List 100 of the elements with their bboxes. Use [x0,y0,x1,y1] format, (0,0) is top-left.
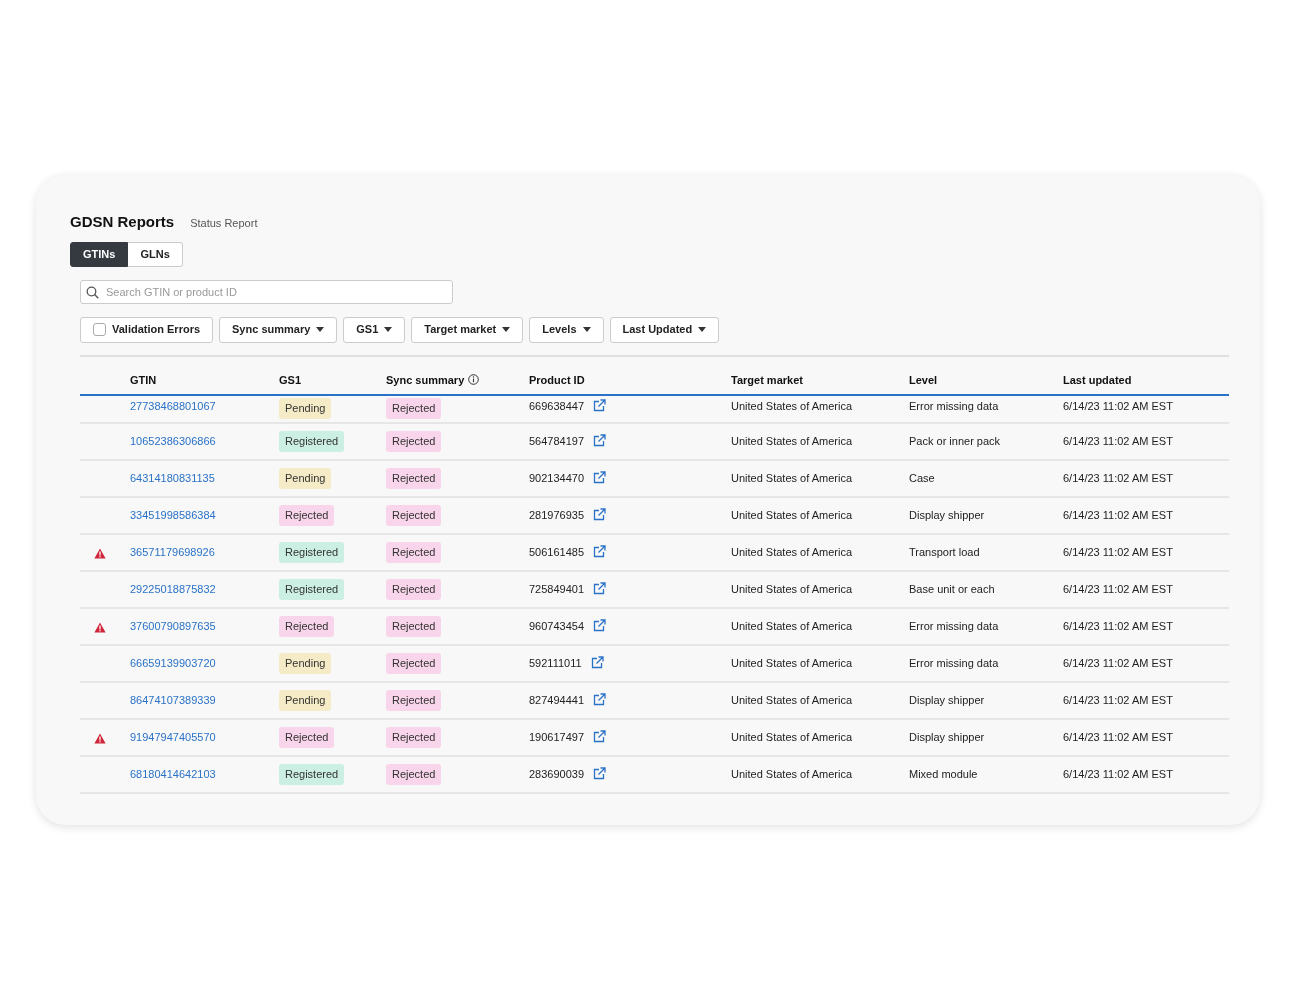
external-link-icon[interactable] [593,693,607,707]
external-link-icon[interactable] [593,508,607,522]
external-link-icon[interactable] [590,656,604,670]
product-id: 506161485 [529,546,585,559]
external-link-icon[interactable] [593,399,607,412]
search-field[interactable]: Search GTIN or product ID [80,279,453,304]
last-updated: 6/14/23 11:02 AM EST [1063,435,1173,448]
gs1-status-badge: Pending [279,690,332,711]
page-subtitle: Status Report [190,216,258,231]
gtin-link[interactable]: 37600790897635 [130,620,216,633]
sync-status-badge: Rejected [386,505,442,526]
checkbox[interactable] [93,323,106,336]
caret-icon [582,327,591,332]
external-link-icon[interactable] [593,582,607,596]
target-market: United States of America [731,509,853,522]
info-icon[interactable] [468,373,480,385]
external-link-icon[interactable] [593,471,607,485]
sync-status-badge: Rejected [386,431,442,452]
target-market: United States of America [731,657,853,670]
filter-button[interactable]: Target market [411,316,524,343]
filter-button[interactable]: GS1 [343,316,406,343]
external-link-icon[interactable] [593,730,607,744]
level: Case [909,472,935,485]
product-id: 281976935 [529,509,585,522]
filter-button[interactable]: Validation Errors [80,316,214,343]
gtin-link[interactable]: 36571179698926 [130,546,215,559]
gtin-link[interactable]: 27738468801067 [130,400,216,412]
tab[interactable]: GTINs [70,241,129,267]
gtin-link[interactable]: 29225018875832 [130,583,216,596]
sync-status-badge: Rejected [386,616,442,637]
gtin-link[interactable]: 66659139903720 [130,657,216,670]
last-updated: 6/14/23 11:02 AM EST [1063,620,1173,633]
external-link-icon[interactable] [593,767,607,781]
column-header: Sync summary [386,373,465,386]
last-updated: 6/14/23 11:02 AM EST [1063,694,1173,707]
level: Error missing data [909,400,999,412]
product-id: 669638447 [529,400,585,412]
level: Error missing data [909,657,999,670]
column-header: GTIN [130,373,157,386]
gtin-link[interactable]: 86474107389339 [130,694,216,707]
gs1-status-badge: Rejected [279,616,335,637]
page-title: GDSN Reports [70,212,175,232]
filter-button[interactable]: Levels [529,316,604,343]
gs1-status-badge: Registered [279,764,345,785]
level: Transport load [909,546,980,559]
filter-button[interactable]: Sync summary [219,316,338,343]
gtin-link[interactable]: 33451998586384 [130,509,216,522]
target-market: United States of America [731,583,853,596]
last-updated: 6/14/23 11:02 AM EST [1063,509,1173,522]
gs1-status-badge: Pending [279,653,332,674]
external-link-icon[interactable] [593,619,607,633]
product-id: 564784197 [529,435,585,448]
sync-status-badge: Rejected [386,727,442,748]
product-id: 827494441 [529,694,585,707]
gtin-link[interactable]: 10652386306866 [130,435,216,448]
caret-icon [502,327,511,332]
gtin-link[interactable]: 64314180831135 [130,472,215,485]
level: Display shipper [909,509,985,522]
caret-icon [698,327,707,332]
gs1-status-badge: Registered [279,542,345,563]
column-header: GS1 [279,373,301,386]
external-link-icon[interactable] [593,545,607,559]
sync-status-badge: Rejected [386,764,442,785]
level: Error missing data [909,620,999,633]
level: Display shipper [909,694,985,707]
last-updated: 6/14/23 11:02 AM EST [1063,657,1173,670]
product-id: 725849401 [529,583,585,596]
target-market: United States of America [731,620,853,633]
sync-status-badge: Rejected [386,542,442,563]
target-market: United States of America [731,694,853,707]
gtin-link[interactable]: 68180414642103 [130,768,216,781]
gs1-status-badge: Registered [279,579,345,600]
gs1-status-badge: Rejected [279,727,335,748]
sync-status-badge: Rejected [386,690,442,711]
gtin-link[interactable]: 91947947405570 [130,731,216,744]
gs1-status-badge: Pending [279,468,332,489]
product-id: 283690039 [529,768,585,781]
tab[interactable]: GLNs [128,241,183,267]
last-updated: 6/14/23 11:02 AM EST [1063,400,1173,412]
column-header: Target market [731,373,803,386]
column-header: Last updated [1063,373,1132,386]
gs1-status-badge: Pending [279,398,332,419]
caret-icon [384,327,393,332]
last-updated: 6/14/23 11:02 AM EST [1063,583,1173,596]
column-header: Level [909,373,938,386]
last-updated: 6/14/23 11:02 AM EST [1063,546,1173,559]
level: Mixed module [909,768,978,781]
target-market: United States of America [731,435,853,448]
caret-icon [316,327,325,332]
external-link-icon[interactable] [593,434,607,448]
target-market: United States of America [731,768,853,781]
product-id: 592111011 [529,657,582,670]
target-market: United States of America [731,731,853,744]
filter-button[interactable]: Last Updated [609,316,720,343]
level: Base unit or each [909,583,995,596]
product-id: 902134470 [529,472,585,485]
level: Display shipper [909,731,985,744]
sync-status-badge: Rejected [386,468,442,489]
level: Pack or inner pack [909,435,1001,448]
product-id: 190617497 [529,731,585,744]
